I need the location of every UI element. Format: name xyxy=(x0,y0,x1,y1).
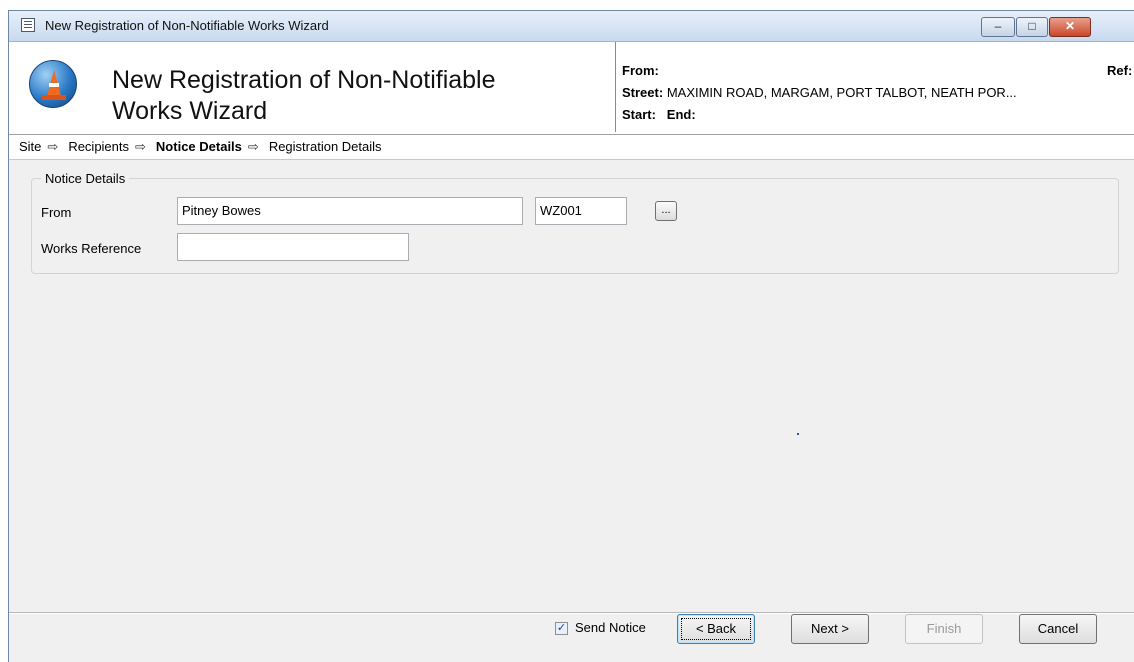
close-button[interactable]: ✕ xyxy=(1049,17,1091,37)
step-arrow-icon: ⇨ xyxy=(247,139,259,154)
from-field-label: From xyxy=(41,205,72,220)
traffic-cone-logo-icon xyxy=(29,60,77,108)
street-info-value: MAXIMIN ROAD, MARGAM, PORT TALBOT, NEATH… xyxy=(666,85,1017,100)
from-name-field[interactable]: Pitney Bowes xyxy=(177,197,523,225)
step-arrow-icon: ⇨ xyxy=(47,139,59,154)
step-arrow-icon: ⇨ xyxy=(135,139,146,154)
cancel-button[interactable]: Cancel xyxy=(1019,614,1097,644)
street-info: Street: MAXIMIN ROAD, MARGAM, PORT TALBO… xyxy=(622,85,1017,100)
start-info-label: Start: xyxy=(622,107,656,122)
finish-button[interactable]: Finish xyxy=(905,614,983,644)
window-title: New Registration of Non-Notifiable Works… xyxy=(45,18,329,33)
window-icon xyxy=(21,18,35,32)
step-notice-details: Notice Details xyxy=(155,139,242,154)
back-button[interactable]: < Back xyxy=(677,614,755,644)
end-info-label: End: xyxy=(666,107,696,122)
next-button[interactable]: Next > xyxy=(791,614,869,644)
maximize-button[interactable]: □ xyxy=(1016,17,1048,37)
browse-organisation-button[interactable]: ... xyxy=(655,201,677,221)
works-reference-label: Works Reference xyxy=(41,241,142,256)
send-notice-checkbox[interactable]: ✓ xyxy=(555,622,568,635)
from-info-label: From: xyxy=(622,63,659,78)
step-recipients: Recipients xyxy=(68,139,130,154)
wizard-window: New Registration of Non-Notifiable Works… xyxy=(8,10,1134,662)
minimize-button[interactable]: – xyxy=(981,17,1015,37)
dates-info: Start: End: xyxy=(622,107,696,122)
cone-stripe xyxy=(49,83,59,87)
send-notice-label[interactable]: Send Notice xyxy=(575,620,646,635)
ref-info-label: Ref: xyxy=(1107,63,1133,78)
stray-pixel xyxy=(797,433,799,435)
header-divider xyxy=(615,42,616,132)
title-bar: New Registration of Non-Notifiable Works… xyxy=(9,11,1134,42)
step-registration-details: Registration Details xyxy=(268,139,382,154)
wizard-heading: New Registration of Non-Notifiable Works… xyxy=(112,66,496,125)
notice-details-group-label: Notice Details xyxy=(41,171,130,186)
wizard-steps-breadcrumb: Site ⇨ Recipients ⇨ Notice Details ⇨ Registrat… xyxy=(9,135,1134,160)
street-info-label: Street: xyxy=(622,85,664,100)
cone-base xyxy=(42,95,66,100)
works-reference-field[interactable] xyxy=(177,233,409,261)
wizard-header: New Registration of Non-Notifiable Works… xyxy=(9,42,1134,135)
step-site: Site xyxy=(19,139,42,154)
from-code-field[interactable]: WZ001 xyxy=(535,197,627,225)
from-info: From: xyxy=(622,63,659,78)
